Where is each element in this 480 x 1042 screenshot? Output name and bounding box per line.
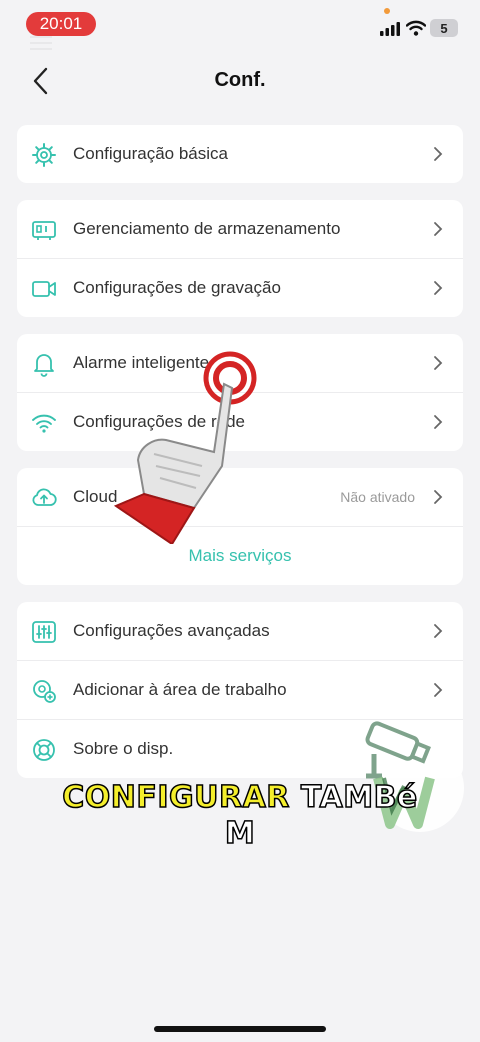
page-title: Conf. (214, 69, 266, 91)
chevron-right-icon (434, 490, 443, 504)
chevron-right-icon (434, 683, 443, 697)
row-add-to-desktop[interactable]: Adicionar à área de trabalho (17, 660, 463, 719)
home-indicator[interactable] (154, 1026, 326, 1032)
chevron-right-icon (434, 356, 443, 370)
cellular-signal-icon (380, 22, 400, 36)
menu-lines-icon (30, 36, 52, 50)
lifebuoy-icon (33, 739, 55, 761)
row-label: Gerenciamento de armazenamento (73, 219, 341, 238)
tap-hand-pointer-icon (113, 351, 257, 544)
sliders-icon (32, 621, 56, 643)
caption-text-line1: TAMBé (300, 779, 418, 816)
settings-group-basic: Configuração básica (17, 125, 463, 183)
back-arrow-icon[interactable] (30, 66, 50, 96)
row-basic-settings[interactable]: Configuração básica (17, 125, 463, 183)
status-time: 20:01 (26, 12, 96, 36)
row-label: Configurações avançadas (73, 621, 270, 640)
more-services-label: Mais serviços (188, 546, 292, 565)
row-label: Sobre o disp. (73, 739, 174, 758)
caption-text-line2: M (224, 815, 256, 852)
chevron-right-icon (434, 281, 443, 295)
wifi-status-icon (406, 20, 426, 36)
chevron-right-icon (434, 147, 443, 161)
video-camera-icon (32, 281, 56, 297)
row-label: Adicionar à área de trabalho (73, 680, 287, 699)
status-bar: 20:01 5 (0, 0, 480, 50)
chevron-right-icon (434, 624, 443, 638)
wifi-icon (32, 414, 56, 433)
add-to-desktop-icon (33, 680, 56, 703)
battery-indicator: 5 (430, 19, 458, 37)
row-recording-settings[interactable]: Configurações de gravação (17, 258, 463, 317)
video-caption: CONFIGURAR TAMBé M (0, 779, 480, 852)
cloud-status-text: Não ativado (340, 489, 415, 505)
navigation-header: Conf. (0, 52, 480, 108)
privacy-indicator-dot (384, 8, 390, 14)
chevron-right-icon (434, 415, 443, 429)
cloud-upload-icon (32, 488, 57, 506)
basic-settings-gear-icon (32, 143, 56, 167)
row-storage-management[interactable]: Gerenciamento de armazenamento (17, 200, 463, 258)
settings-group-storage: Gerenciamento de armazenamento Configura… (17, 200, 463, 317)
bell-icon (34, 354, 54, 377)
row-advanced-settings[interactable]: Configurações avançadas (17, 602, 463, 660)
row-label: Configurações de gravação (73, 278, 281, 297)
row-label: Configuração básica (73, 144, 228, 163)
caption-highlight: CONFIGURAR (61, 779, 290, 816)
storage-icon (32, 221, 56, 240)
chevron-right-icon (434, 222, 443, 236)
